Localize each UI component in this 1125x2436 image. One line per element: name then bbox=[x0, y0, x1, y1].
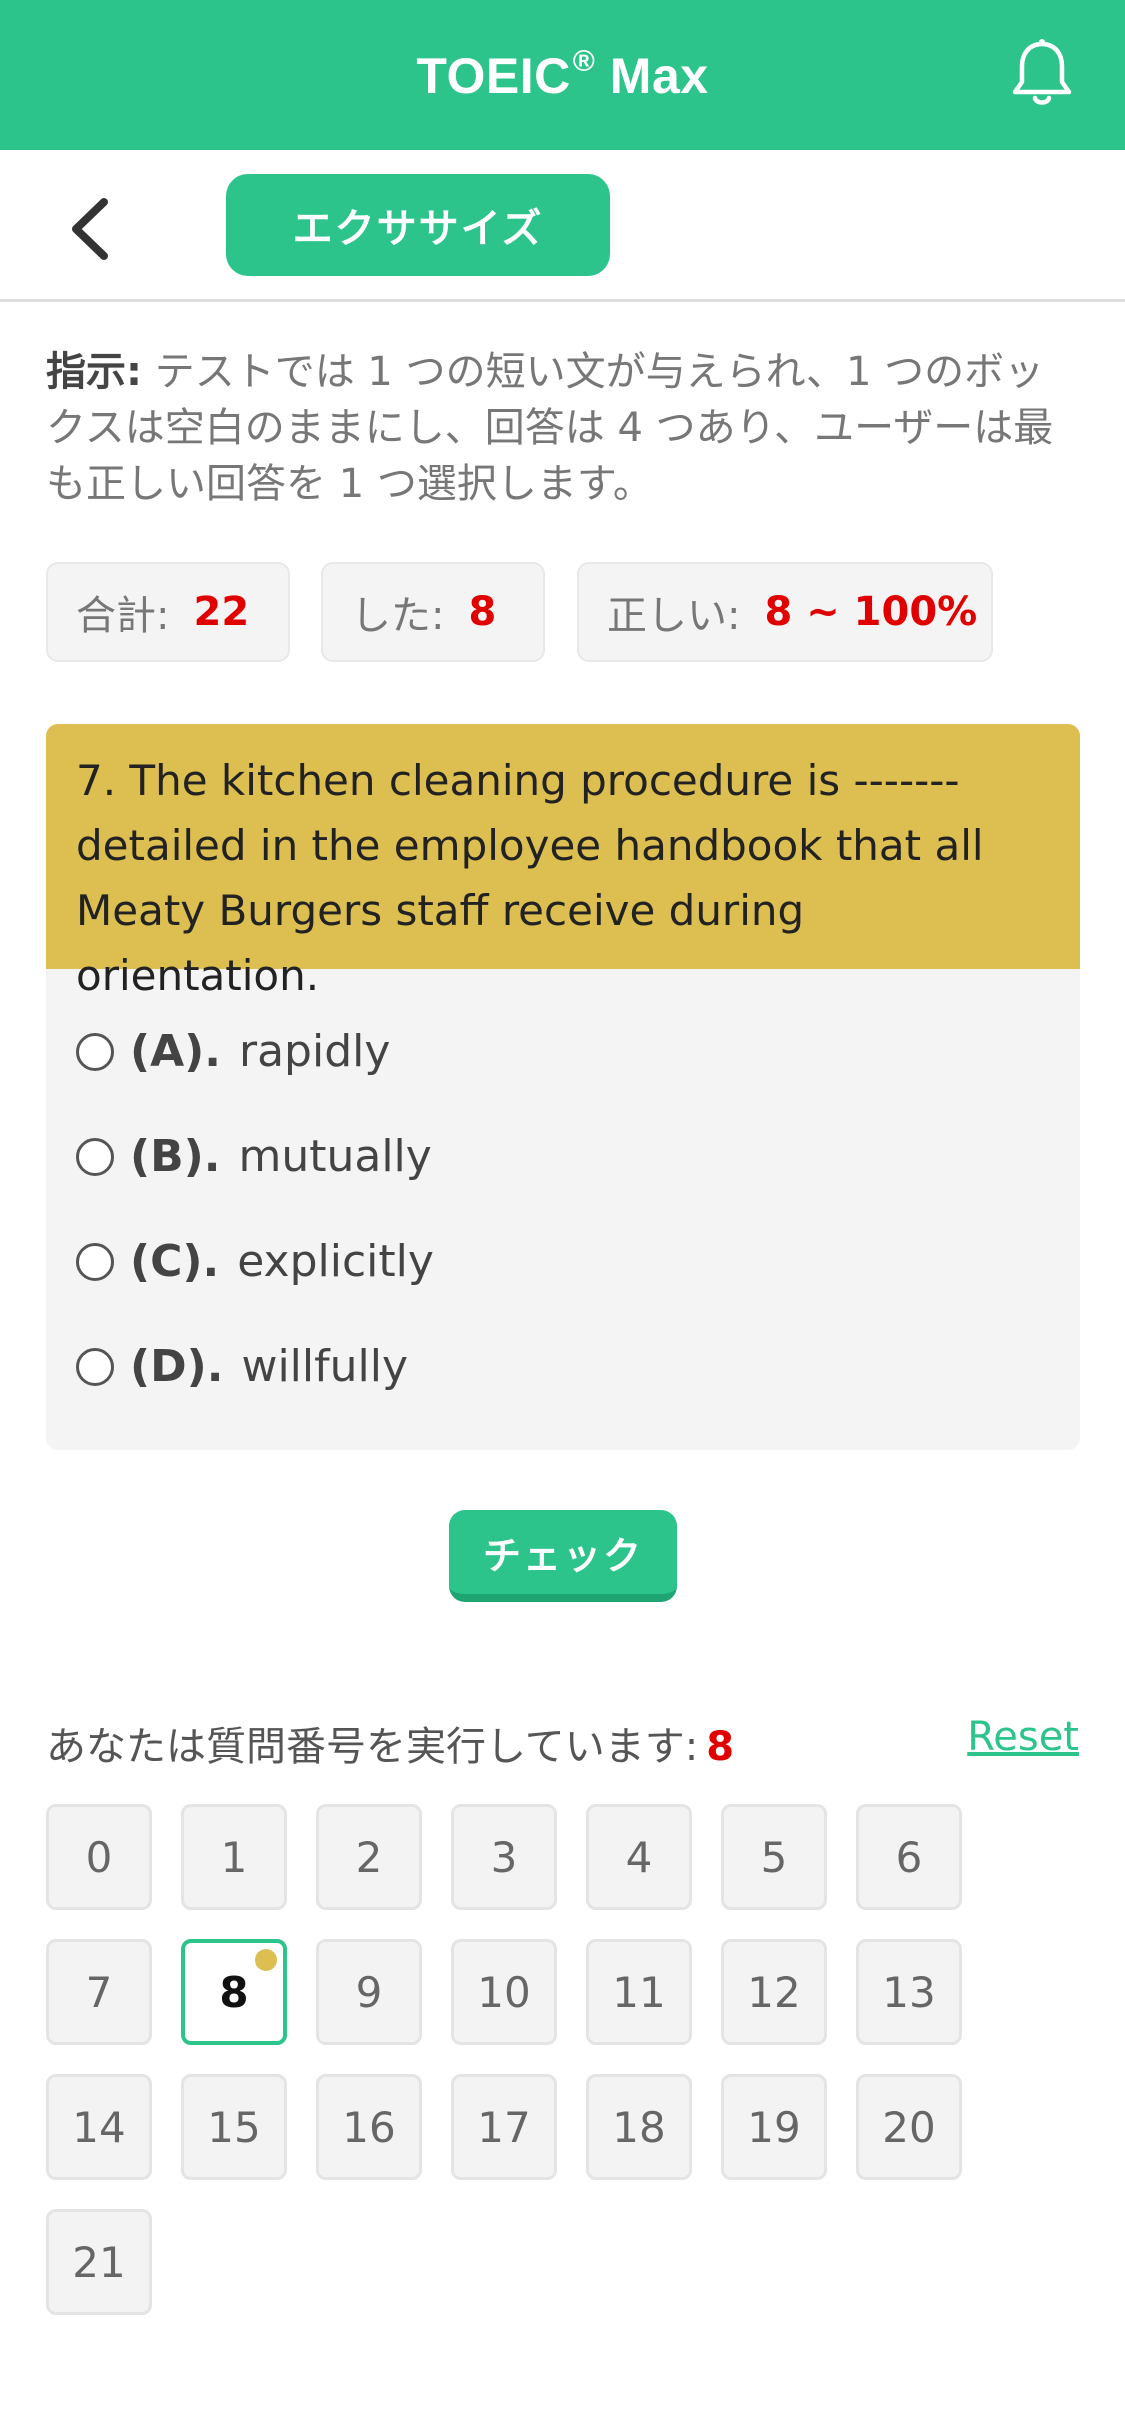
option-a[interactable]: (A). rapidly bbox=[76, 1026, 390, 1077]
reset-link[interactable]: Reset bbox=[967, 1714, 1079, 1760]
instructions: 指示: テストでは 1 つの短い文が与えられ、1 つのボックスは空白のままにし、… bbox=[46, 344, 1076, 512]
stat-correct-label: 正しい: bbox=[607, 593, 741, 639]
current-indicator-dot bbox=[255, 1949, 277, 1971]
question-number-button[interactable]: 19 bbox=[721, 2074, 827, 2180]
stat-correct: 正しい: 8 ~ 100% bbox=[577, 562, 993, 662]
question-number-button[interactable]: 17 bbox=[451, 2074, 557, 2180]
radio-button[interactable] bbox=[76, 1347, 114, 1386]
check-button[interactable]: チェック bbox=[449, 1510, 677, 1602]
question-number-button[interactable]: 4 bbox=[586, 1804, 692, 1910]
question-number-button[interactable]: 18 bbox=[586, 2074, 692, 2180]
app-title: TOEIC® Max bbox=[416, 45, 709, 104]
stat-total-value: 22 bbox=[193, 589, 250, 635]
app-header: TOEIC® Max bbox=[0, 0, 1125, 150]
question-card: 7. The kitchen cleaning procedure is ---… bbox=[46, 724, 1080, 1450]
question-number-button[interactable]: 6 bbox=[856, 1804, 962, 1910]
radio-button[interactable] bbox=[76, 1032, 114, 1071]
chevron-left-icon[interactable] bbox=[62, 194, 122, 264]
question-number-button[interactable]: 9 bbox=[316, 1939, 422, 2045]
question-number-button[interactable]: 3 bbox=[451, 1804, 557, 1910]
question-number-button[interactable]: 5 bbox=[721, 1804, 827, 1910]
question-number-button[interactable]: 14 bbox=[46, 2074, 152, 2180]
bell-icon[interactable] bbox=[1009, 38, 1075, 110]
question-number-button[interactable]: 15 bbox=[181, 2074, 287, 2180]
question-number-button[interactable]: 13 bbox=[856, 1939, 962, 2045]
stat-total-label: 合計: bbox=[76, 593, 170, 639]
option-c[interactable]: (C). explicitly bbox=[76, 1236, 434, 1287]
stat-done: した: 8 bbox=[321, 562, 545, 662]
question-number-button[interactable]: 7 bbox=[46, 1939, 152, 2045]
question-number-button[interactable]: 10 bbox=[451, 1939, 557, 2045]
instructions-text: テストでは 1 つの短い文が与えられ、1 つのボックスは空白のままにし、回答は … bbox=[46, 349, 1054, 507]
question-number-button[interactable]: 16 bbox=[316, 2074, 422, 2180]
progress-label: あなたは質問番号を実行しています: 8 bbox=[46, 1724, 735, 1770]
question-number-button[interactable]: 11 bbox=[586, 1939, 692, 2045]
radio-button[interactable] bbox=[76, 1137, 114, 1176]
exercise-button[interactable]: エクササイズ bbox=[226, 174, 610, 276]
stat-total: 合計: 22 bbox=[46, 562, 290, 662]
question-number-button[interactable]: 0 bbox=[46, 1804, 152, 1910]
question-number-button[interactable]: 12 bbox=[721, 1939, 827, 2045]
question-number-button[interactable]: 21 bbox=[46, 2209, 152, 2315]
stat-done-value: 8 bbox=[468, 589, 497, 635]
current-question-number: 8 bbox=[706, 1724, 735, 1770]
radio-button[interactable] bbox=[76, 1242, 114, 1281]
option-b[interactable]: (B). mutually bbox=[76, 1131, 432, 1182]
stat-correct-value: 8 ~ 100% bbox=[764, 589, 978, 635]
sub-header: エクササイズ bbox=[0, 150, 1125, 302]
question-number-button-current[interactable]: 8 bbox=[181, 1939, 287, 2045]
question-number-button[interactable]: 1 bbox=[181, 1804, 287, 1910]
stat-done-label: した: bbox=[351, 593, 445, 639]
question-text: 7. The kitchen cleaning procedure is ---… bbox=[46, 724, 1080, 1000]
option-d[interactable]: (D). willfully bbox=[76, 1341, 408, 1392]
instructions-label: 指示: bbox=[46, 349, 142, 395]
question-number-button[interactable]: 2 bbox=[316, 1804, 422, 1910]
question-number-button[interactable]: 20 bbox=[856, 2074, 962, 2180]
